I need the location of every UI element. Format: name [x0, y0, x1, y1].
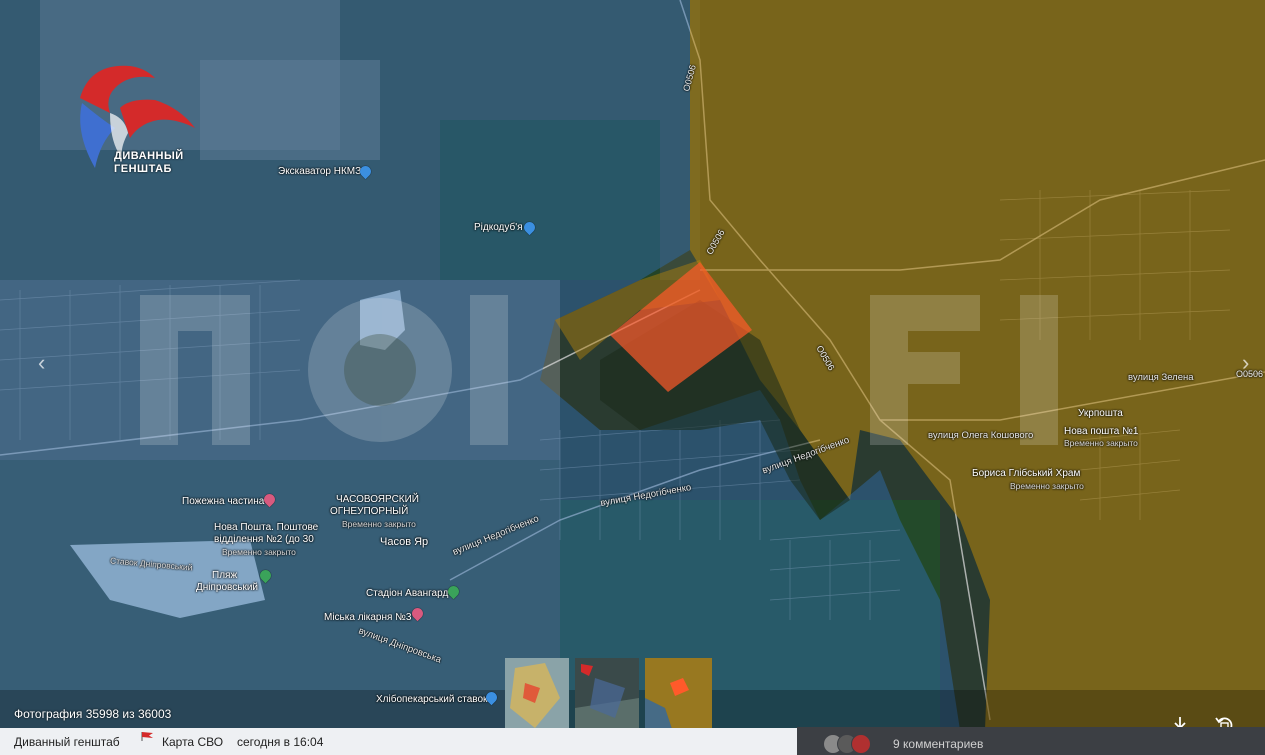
photo-counter: Фотография 35998 из 36003 — [14, 707, 172, 721]
street-label: вулиця Зелена — [1128, 372, 1194, 383]
map-label-refractory: ЧАСОВОЯРСКИЙ — [336, 494, 419, 505]
thumbnail[interactable] — [575, 658, 639, 738]
map-label-temple: Бориса Глібський Храм — [972, 468, 1081, 479]
map-label-excavator: Экскаватор НКМЗ — [278, 166, 362, 177]
map-label-beach: Пляж — [212, 570, 238, 581]
logo-text: ДИВАННЫЙ ГЕНШТАБ — [114, 150, 184, 176]
thumbnail-active[interactable] — [645, 658, 712, 738]
flag-icon — [141, 732, 153, 741]
map-label-fire-station: Пожежна частина — [182, 496, 265, 507]
post-time: сегодня в 16:04 — [237, 735, 324, 749]
logo-line1: ДИВАННЫЙ — [114, 150, 184, 162]
map-label-ridkodub: Рідкодуб'я — [474, 222, 523, 233]
thumbnail[interactable] — [505, 658, 569, 738]
channel-name[interactable]: Диванный генштаб — [14, 735, 120, 749]
logo-line2: ГЕНШТАБ — [114, 163, 172, 175]
street-label: вулиця Олега Кошового — [928, 430, 1034, 441]
map-label-nova-poshta-branch: відділення №2 (до 30 — [214, 534, 314, 545]
chevron-right-icon[interactable]: › — [1242, 350, 1249, 376]
map-label-city: Часов Яр — [380, 536, 429, 548]
map-label-beach: Дніпровський — [196, 582, 259, 593]
thumbnail-strip — [505, 658, 712, 738]
map-label-sub: Временно закрыто — [1010, 481, 1084, 491]
map-label-sub: Временно закрыто — [222, 547, 296, 557]
avatar — [851, 734, 871, 754]
map-label-ukrposhta: Укрпошта — [1078, 408, 1123, 419]
map-label-refractory: ОГНЕУПОРНЫЙ — [330, 506, 409, 517]
map-label-stadium: Стадіон Авангард — [366, 588, 449, 599]
map-label-hospital: Міська лікарня №3 — [324, 612, 412, 623]
road-label: O0506 — [1236, 369, 1264, 379]
album-name[interactable]: Карта СВО — [162, 735, 223, 749]
map-label-nova-poshta-branch: Нова Пошта. Поштове — [214, 522, 319, 533]
comments-count[interactable]: 9 комментариев — [893, 737, 983, 751]
chevron-left-icon[interactable]: ‹ — [38, 350, 45, 376]
map-label-pond: Хлібопекарський ставок — [376, 694, 488, 705]
map-label-sub: Временно закрыто — [342, 519, 416, 529]
map-label-sub: Временно закрыто — [1064, 438, 1138, 448]
